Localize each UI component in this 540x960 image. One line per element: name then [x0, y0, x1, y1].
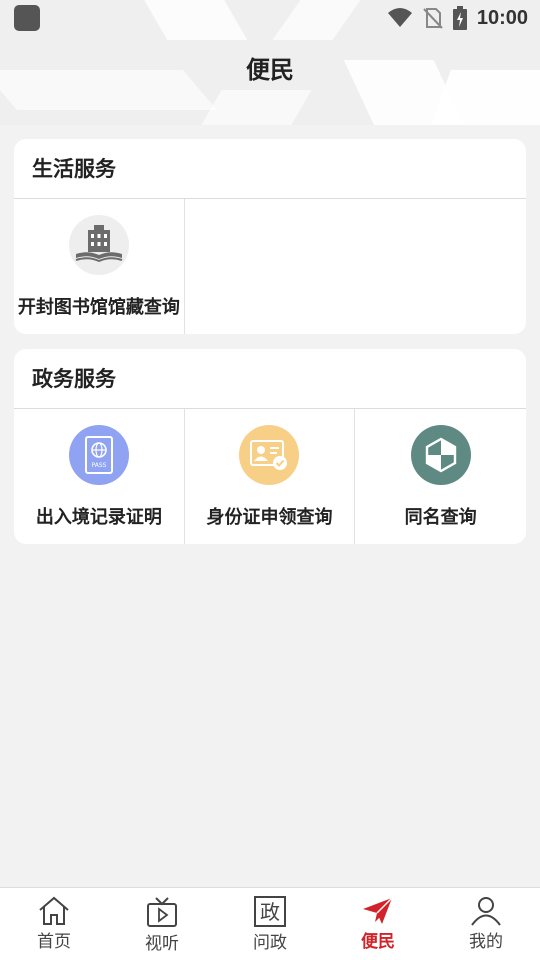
- tab-glyph: 政: [260, 900, 280, 924]
- tab-label: 首页: [37, 932, 71, 952]
- paper-plane-icon: [363, 897, 393, 924]
- service-exit-entry-record[interactable]: PASS 出入境记录证明: [14, 409, 185, 544]
- tab-home[interactable]: 首页: [0, 888, 108, 960]
- user-icon: [471, 897, 501, 926]
- clock: 10:00: [476, 6, 528, 29]
- passport-icon: PASS: [68, 425, 129, 485]
- service-library-collection[interactable]: 开封图书馆馆藏查询: [14, 199, 185, 334]
- gov-services-card: 政务服务 PASS 出入境记录证明 身份证申领查询 同名查询: [14, 349, 526, 544]
- tab-mine[interactable]: 我的: [432, 888, 540, 960]
- library-icon: [68, 215, 129, 275]
- home-icon: [39, 896, 69, 925]
- page-title: 便民: [246, 56, 294, 84]
- tv-icon: [147, 897, 177, 927]
- tab-inquiry[interactable]: 政 问政: [216, 888, 324, 960]
- tab-label: 视听: [145, 934, 179, 954]
- zheng-icon: 政: [254, 896, 286, 927]
- battery-icon: [452, 6, 467, 30]
- app-notification-icon: [14, 5, 40, 31]
- shield-icon: [410, 425, 471, 485]
- service-id-card-application[interactable]: 身份证申领查询: [185, 409, 356, 544]
- service-same-name-query[interactable]: 同名查询: [355, 409, 526, 544]
- status-bar: 10:00: [0, 0, 540, 36]
- life-services-card: 生活服务 开封图书馆馆藏查询: [14, 139, 526, 334]
- tab-convenience[interactable]: 便民: [324, 888, 432, 960]
- no-sim-icon: [423, 8, 443, 29]
- empty-cell: [185, 199, 526, 334]
- tab-label: 问政: [253, 933, 287, 953]
- service-label: 身份证申领查询: [206, 507, 333, 528]
- tab-label: 便民: [361, 932, 395, 952]
- wifi-icon: [387, 8, 412, 27]
- tab-label: 我的: [469, 932, 503, 952]
- service-label: 同名查询: [404, 507, 477, 528]
- section-title: 政务服务: [14, 349, 526, 409]
- service-label: 开封图书馆馆藏查询: [17, 297, 180, 318]
- tab-video[interactable]: 视听: [108, 888, 216, 960]
- id-card-icon: [239, 425, 300, 485]
- service-label: 出入境记录证明: [35, 507, 162, 528]
- bottom-tab-bar: 首页 视听 政 问政 便民 我的: [0, 887, 540, 960]
- section-title: 生活服务: [14, 139, 526, 199]
- svg-text:PASS: PASS: [91, 462, 106, 469]
